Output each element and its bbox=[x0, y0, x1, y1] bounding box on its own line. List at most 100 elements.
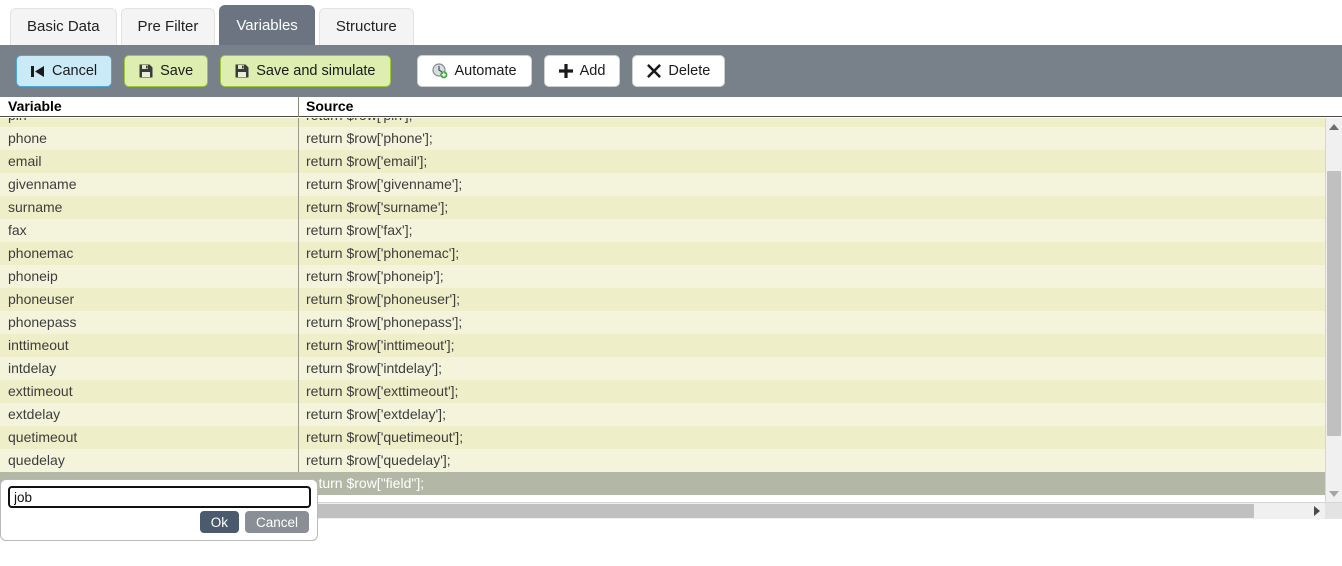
cell-variable[interactable]: phonemac bbox=[8, 242, 294, 265]
cell-source[interactable]: return $row['fax']; bbox=[306, 219, 1316, 242]
cell-variable[interactable]: exttimeout bbox=[8, 380, 294, 403]
row-column-divider bbox=[298, 403, 299, 426]
automate-button-label: Automate bbox=[454, 63, 517, 79]
cell-variable[interactable]: email bbox=[8, 150, 294, 173]
table-row[interactable]: surname return $row['surname']; bbox=[0, 196, 1325, 219]
vertical-scrollbar-thumb[interactable] bbox=[1327, 171, 1341, 436]
add-button-label: Add bbox=[579, 63, 606, 79]
cell-source[interactable]: return $row['surname']; bbox=[306, 196, 1316, 219]
cell-variable[interactable]: quedelay bbox=[8, 449, 294, 472]
row-column-divider bbox=[298, 150, 299, 173]
table-row[interactable]: givenname return $row['givenname']; bbox=[0, 173, 1325, 196]
cell-source[interactable]: return $row['extdelay']; bbox=[306, 403, 1316, 426]
popup-ok-button[interactable]: Ok bbox=[199, 511, 239, 533]
row-column-divider bbox=[298, 426, 299, 449]
table-row[interactable]: quedelay return $row['quedelay']; bbox=[0, 449, 1325, 472]
cell-variable[interactable]: phoneuser bbox=[8, 288, 294, 311]
cell-variable[interactable]: phone bbox=[8, 127, 294, 150]
delete-button-label: Delete bbox=[668, 63, 711, 79]
row-column-divider bbox=[298, 449, 299, 472]
column-header-source[interactable]: Source bbox=[306, 98, 353, 114]
cell-source[interactable]: return $row['email']; bbox=[306, 150, 1316, 173]
table-row[interactable]: extdelay return $row['extdelay']; bbox=[0, 403, 1325, 426]
cell-source[interactable]: return $row['givenname']; bbox=[306, 173, 1316, 196]
cell-variable[interactable]: phoneip bbox=[8, 265, 294, 288]
variable-name-input[interactable] bbox=[8, 486, 311, 508]
table-row[interactable]: phone return $row['phone']; bbox=[0, 127, 1325, 150]
cell-variable[interactable]: intdelay bbox=[8, 357, 294, 380]
cell-source[interactable]: return $row['phonemac']; bbox=[306, 242, 1316, 265]
scroll-right-button[interactable] bbox=[1308, 503, 1325, 519]
row-column-divider bbox=[298, 311, 299, 334]
tab-structure[interactable]: Structure bbox=[318, 8, 414, 45]
cancel-button[interactable]: Cancel bbox=[16, 55, 113, 87]
row-column-divider bbox=[298, 357, 299, 380]
table-row[interactable]: phonemac return $row['phonemac']; bbox=[0, 242, 1325, 265]
triangle-right-icon bbox=[1313, 506, 1320, 516]
tab-basic-data[interactable]: Basic Data bbox=[10, 8, 117, 45]
save-button[interactable]: Save bbox=[124, 55, 209, 87]
cell-variable[interactable]: phonepass bbox=[8, 311, 294, 334]
table-row[interactable]: pin return $row['pin']; bbox=[0, 118, 1325, 127]
tab-label: Pre Filter bbox=[137, 18, 199, 35]
cell-source[interactable]: return $row['intdelay']; bbox=[306, 357, 1316, 380]
grid-header-row: Variable Source bbox=[0, 97, 1342, 117]
popup-cancel-button[interactable]: Cancel bbox=[244, 511, 309, 533]
floppy-disk-icon bbox=[139, 64, 153, 78]
cell-source[interactable]: return $row['phonepass']; bbox=[306, 311, 1316, 334]
grid-rows: pin return $row['pin']; phone return $row['… bbox=[0, 118, 1325, 495]
floppy-disk-icon bbox=[235, 64, 249, 78]
table-row[interactable]: inttimeout return $row['inttimeout']; bbox=[0, 334, 1325, 357]
cell-variable[interactable]: extdelay bbox=[8, 403, 294, 426]
header-column-divider bbox=[298, 97, 299, 117]
scroll-up-button[interactable] bbox=[1326, 118, 1342, 135]
row-column-divider bbox=[298, 242, 299, 265]
save-and-simulate-button[interactable]: Save and simulate bbox=[220, 55, 391, 87]
save-button-label: Save bbox=[160, 63, 194, 79]
row-column-divider bbox=[298, 196, 299, 219]
grid-viewport: pin return $row['pin']; phone return $row['… bbox=[0, 118, 1325, 502]
table-row[interactable]: exttimeout return $row['exttimeout']; bbox=[0, 380, 1325, 403]
cell-source[interactable]: return $row['phoneuser']; bbox=[306, 288, 1316, 311]
tab-label: Basic Data bbox=[27, 18, 100, 35]
add-button[interactable]: Add bbox=[543, 55, 621, 87]
table-row[interactable]: phonepass return $row['phonepass']; bbox=[0, 311, 1325, 334]
cell-variable[interactable]: surname bbox=[8, 196, 294, 219]
triangle-down-icon bbox=[1329, 490, 1339, 497]
cell-source[interactable]: return $row['exttimeout']; bbox=[306, 380, 1316, 403]
table-row[interactable]: quetimeout return $row['quetimeout']; bbox=[0, 426, 1325, 449]
vertical-scrollbar[interactable] bbox=[1325, 118, 1342, 502]
tab-label: Variables bbox=[236, 17, 298, 34]
table-row[interactable]: fax return $row['fax']; bbox=[0, 219, 1325, 242]
tab-label: Structure bbox=[335, 18, 397, 35]
inline-edit-popup: Ok Cancel bbox=[0, 479, 318, 541]
delete-button[interactable]: Delete bbox=[632, 55, 726, 87]
cell-source[interactable]: return $row['quetimeout']; bbox=[306, 426, 1316, 449]
cell-variable[interactable]: quetimeout bbox=[8, 426, 294, 449]
automate-button[interactable]: Automate bbox=[416, 55, 532, 87]
cell-variable[interactable]: inttimeout bbox=[8, 334, 294, 357]
variables-grid: Variable Source pinreturn $row['pin'];ph… bbox=[0, 97, 1342, 519]
row-column-divider bbox=[298, 334, 299, 357]
tab-variables[interactable]: Variables bbox=[219, 5, 315, 45]
table-row[interactable]: phoneuser return $row['phoneuser']; bbox=[0, 288, 1325, 311]
column-header-variable[interactable]: Variable bbox=[8, 98, 62, 114]
cell-source[interactable]: return $row['phoneip']; bbox=[306, 265, 1316, 288]
tab-pre-filter[interactable]: Pre Filter bbox=[120, 8, 216, 45]
cell-source[interactable]: return $row['phone']; bbox=[306, 127, 1316, 150]
cell-variable[interactable]: pin bbox=[8, 118, 294, 127]
cell-variable[interactable]: fax bbox=[8, 219, 294, 242]
triangle-up-icon bbox=[1329, 123, 1339, 130]
table-row[interactable]: intdelay return $row['intdelay']; bbox=[0, 357, 1325, 380]
cell-variable[interactable]: givenname bbox=[8, 173, 294, 196]
cell-source[interactable]: return $row['inttimeout']; bbox=[306, 334, 1316, 357]
cell-source[interactable]: return $row['quedelay']; bbox=[306, 449, 1316, 472]
cell-source[interactable]: return $row['pin']; bbox=[306, 118, 1316, 127]
table-row[interactable]: phoneip return $row['phoneip']; bbox=[0, 265, 1325, 288]
table-row[interactable]: email return $row['email']; bbox=[0, 150, 1325, 173]
cell-source[interactable]: return $row["field"]; bbox=[306, 472, 1316, 495]
scrollbar-corner bbox=[1325, 503, 1342, 519]
scroll-down-button[interactable] bbox=[1326, 485, 1342, 502]
row-column-divider bbox=[298, 127, 299, 150]
tab-bar: Basic Data Pre Filter Variables Structure bbox=[0, 0, 1342, 45]
